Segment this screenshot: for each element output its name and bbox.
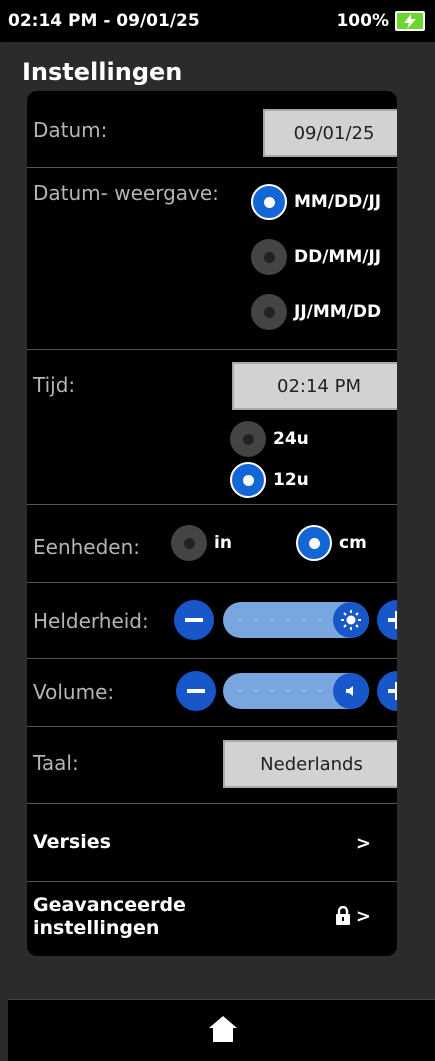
time-option-label: 12u	[273, 470, 309, 490]
language-field[interactable]: Nederlands	[223, 740, 397, 788]
battery-percent: 100%	[336, 11, 389, 31]
speaker-icon	[346, 686, 353, 696]
lock-icon	[336, 906, 350, 925]
radio-selected-icon	[230, 462, 266, 498]
date-field[interactable]: 09/01/25	[263, 109, 397, 157]
brightness-slider[interactable]	[223, 602, 369, 638]
status-bar: 02:14 PM - 09/01/25 100%	[0, 0, 435, 42]
volume-decrease-button[interactable]	[176, 671, 216, 711]
brightness-increase-button[interactable]	[377, 600, 397, 640]
chevron-right-icon: >	[355, 906, 371, 927]
volume-label: Volume:	[33, 680, 115, 704]
minus-icon	[185, 618, 203, 622]
date-format-option-ddmmjj[interactable]: DD/MM/JJ	[251, 239, 381, 275]
date-format-option-label: MM/DD/JJ	[294, 192, 382, 212]
radio-unselected-icon	[230, 421, 266, 457]
units-option-label: cm	[339, 533, 367, 553]
plus-icon	[388, 682, 397, 700]
language-label: Taal:	[33, 751, 79, 775]
date-format-option-label: JJ/MM/DD	[294, 302, 382, 322]
date-format-row: Datum- weergave: MM/DD/JJ DD/MM/JJ JJ/MM…	[27, 168, 397, 350]
date-format-label: Datum- weergave:	[33, 181, 219, 205]
slider-track-dots	[239, 619, 321, 621]
time-label: Tijd:	[33, 373, 76, 397]
radio-selected-icon	[251, 184, 287, 220]
sun-icon	[341, 610, 361, 630]
date-format-option-jjmmdd[interactable]: JJ/MM/DD	[251, 294, 381, 330]
status-datetime: 02:14 PM - 09/01/25	[8, 11, 200, 31]
chevron-right-icon: >	[355, 833, 371, 854]
volume-slider-handle[interactable]	[333, 673, 369, 709]
units-label: Eenheden:	[33, 535, 141, 559]
battery-indicator: 100%	[336, 11, 425, 31]
radio-unselected-icon	[251, 239, 287, 275]
language-row: Taal: Nederlands	[27, 727, 397, 804]
units-option-in[interactable]: in	[171, 525, 232, 561]
advanced-settings-row[interactable]: Geavanceerde instellingen >	[27, 882, 397, 956]
radio-unselected-icon	[251, 294, 287, 330]
radio-unselected-icon	[171, 525, 207, 561]
brightness-row: Helderheid:	[27, 583, 397, 659]
date-row: Datum: 09/01/25	[27, 91, 397, 168]
units-row: Eenheden: in cm	[27, 505, 397, 583]
volume-slider[interactable]	[223, 673, 369, 709]
minus-icon	[187, 689, 205, 693]
time-field[interactable]: 02:14 PM	[232, 362, 397, 410]
battery-charging-icon	[395, 11, 425, 31]
units-option-cm[interactable]: cm	[296, 525, 367, 561]
date-label: Datum:	[33, 118, 108, 142]
brightness-label: Helderheid:	[33, 609, 149, 633]
home-icon[interactable]	[208, 1014, 238, 1044]
units-option-label: in	[214, 533, 232, 553]
volume-increase-button[interactable]	[377, 671, 397, 711]
bottom-nav-bar	[8, 999, 435, 1061]
advanced-settings-label-line2: instellingen	[33, 917, 160, 939]
time-option-label: 24u	[273, 429, 309, 449]
page-title: Instellingen	[22, 58, 183, 86]
advanced-settings-label-line1: Geavanceerde	[33, 894, 186, 916]
brightness-slider-handle[interactable]	[333, 602, 369, 638]
brightness-decrease-button[interactable]	[174, 600, 214, 640]
slider-track-dots	[239, 690, 321, 692]
volume-row: Volume:	[27, 659, 397, 727]
versions-label: Versies	[33, 831, 111, 853]
versions-row[interactable]: Versies >	[27, 804, 397, 882]
plus-icon	[388, 611, 397, 629]
time-option-12u[interactable]: 12u	[230, 462, 309, 498]
advanced-settings-label: Geavanceerde instellingen	[33, 894, 186, 940]
date-format-option-label: DD/MM/JJ	[294, 247, 382, 267]
time-option-24u[interactable]: 24u	[230, 421, 309, 457]
settings-panel: Datum: 09/01/25 Datum- weergave: MM/DD/J…	[27, 91, 397, 956]
time-row: Tijd: 02:14 PM 24u 12u	[27, 350, 397, 505]
date-format-option-mmddjj[interactable]: MM/DD/JJ	[251, 184, 381, 220]
radio-selected-icon	[296, 525, 332, 561]
